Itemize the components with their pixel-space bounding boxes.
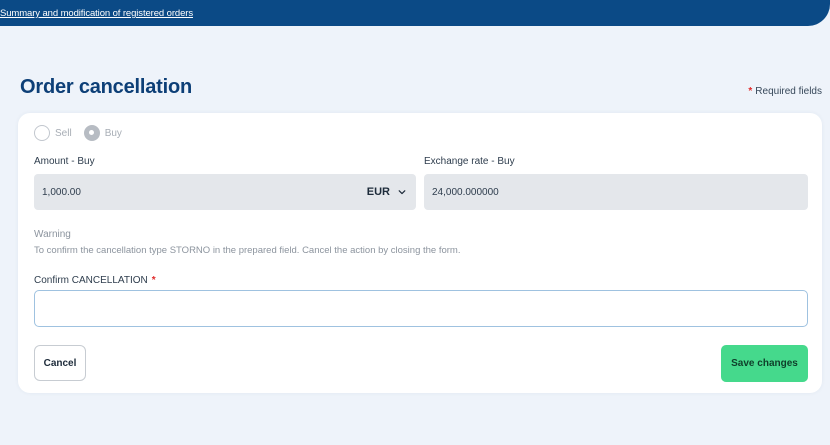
warning-text: To confirm the cancellation type STORNO … <box>34 245 461 256</box>
radio-buy-label: Buy <box>104 127 122 139</box>
radio-sell-label: Sell <box>55 127 72 139</box>
amount-value: 1,000.00 <box>42 186 81 198</box>
save-changes-button[interactable]: Save changes <box>721 345 808 382</box>
confirm-cancellation-label: Confirm CANCELLATION * <box>34 275 156 286</box>
amount-label: Amount - Buy <box>34 156 95 167</box>
currency-value: EUR <box>366 186 390 198</box>
exchange-rate-field: 24,000.000000 <box>424 174 808 210</box>
page-title: Order cancellation <box>20 76 193 98</box>
radio-buy-circle[interactable] <box>83 125 100 141</box>
required-fields-text: Required fields <box>755 86 822 97</box>
cancel-button[interactable]: Cancel <box>34 345 86 381</box>
radio-sell-circle[interactable] <box>34 125 50 141</box>
warning-title: Warning <box>34 229 71 240</box>
required-marker: * <box>748 86 753 97</box>
direction-radio-group: Sell Buy <box>34 125 134 141</box>
exchange-rate-label: Exchange rate - Buy <box>424 156 515 167</box>
radio-sell[interactable]: Sell <box>34 125 72 141</box>
confirm-required-marker: * <box>151 275 156 286</box>
orders-summary-link[interactable]: Summary and modification of registered o… <box>0 8 193 19</box>
currency-select[interactable]: EUR <box>367 174 406 210</box>
exchange-rate-value: 24,000.000000 <box>432 186 499 198</box>
confirm-cancellation-input[interactable] <box>34 290 808 327</box>
top-bar: Summary and modification of registered o… <box>0 0 830 26</box>
chevron-down-icon <box>398 190 406 195</box>
amount-field[interactable]: 1,000.00 EUR <box>34 174 416 210</box>
required-fields-note: * Required fields <box>748 86 822 97</box>
order-cancellation-form: Sell Buy Amount - Buy 1,000.00 EUR Excha… <box>18 113 822 393</box>
confirm-cancellation-text: Confirm CANCELLATION <box>34 275 148 286</box>
radio-buy[interactable]: Buy <box>83 125 122 141</box>
